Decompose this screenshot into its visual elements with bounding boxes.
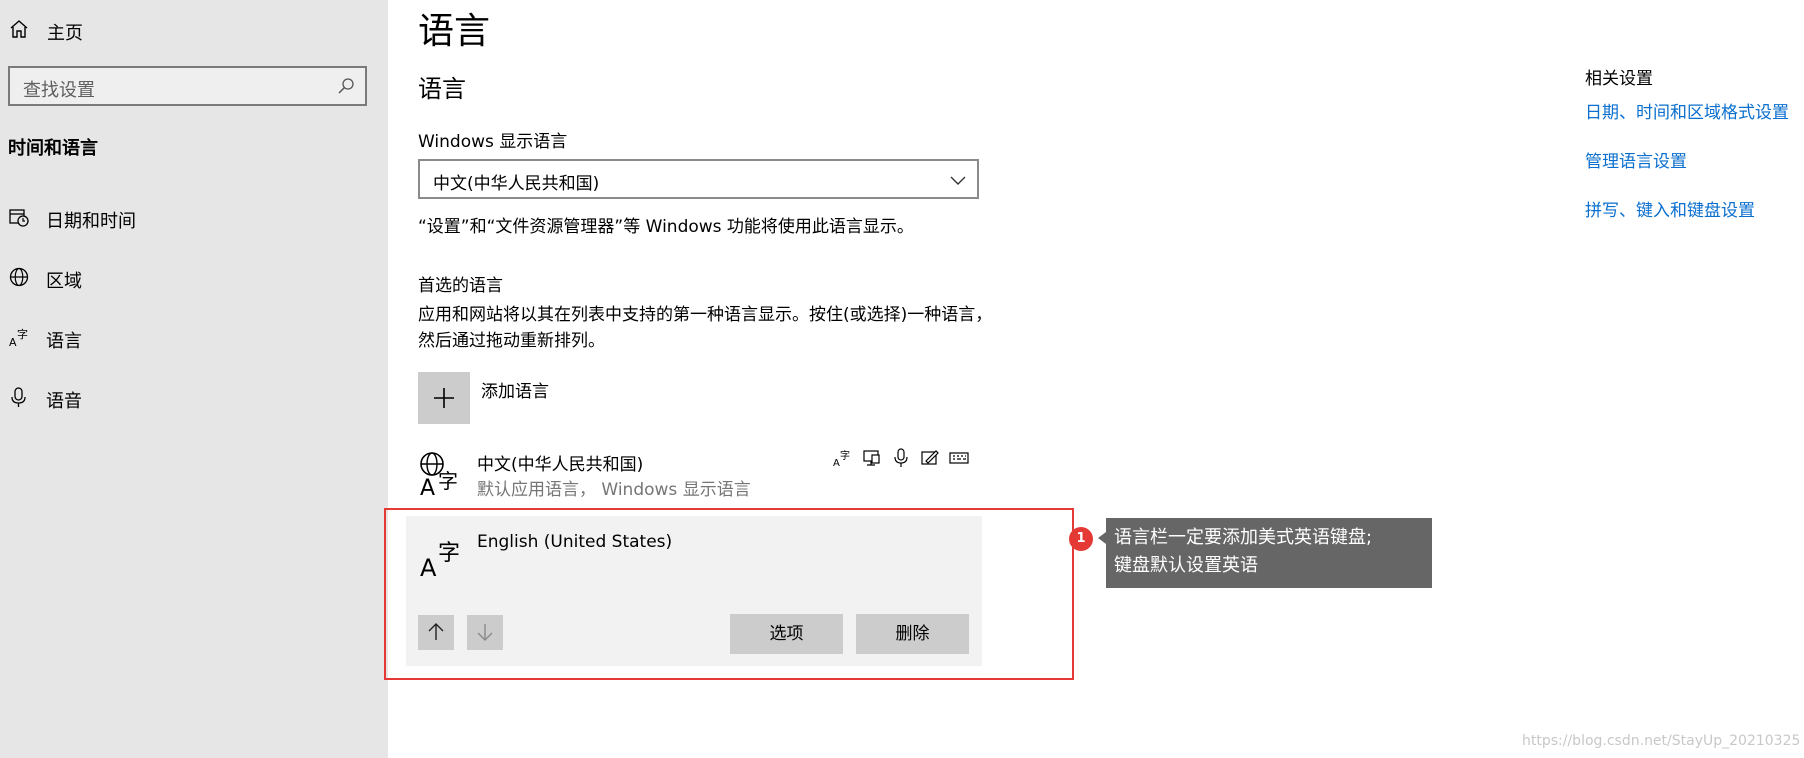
svg-text:字: 字 (17, 327, 28, 341)
language-status: 默认应用语言， Windows 显示语言 (477, 480, 751, 500)
annotation-callout: 语言栏一定要添加美式英语键盘; 键盘默认设置英语 (1098, 518, 1432, 588)
language-feature-icons: A字 (833, 448, 969, 469)
home-label: 主页 (47, 23, 83, 44)
page-title: 语言 (418, 11, 491, 52)
sidebar-item-date-time[interactable]: 日期和时间 (0, 194, 388, 242)
related-link-typing-keyboard[interactable]: 拼写、键入和键盘设置 (1585, 196, 1755, 221)
preferred-languages-title: 首选的语言 (418, 276, 503, 296)
sidebar-item-label: 日期和时间 (46, 211, 136, 232)
related-link-manage-language[interactable]: 管理语言设置 (1585, 147, 1687, 172)
display-language-label: Windows 显示语言 (418, 132, 568, 152)
annotation-highlight-box (384, 508, 1074, 680)
plus-icon (434, 388, 454, 408)
language-name[interactable]: 中文(中华人民共和国) (477, 450, 643, 475)
handwriting-feature-icon (920, 448, 940, 468)
sidebar-item-label: 语言 (46, 331, 82, 352)
language-icon: A 字 (9, 327, 28, 348)
text-to-speech-feature-icon (862, 448, 882, 468)
search-input[interactable]: 查找设置 (8, 66, 367, 106)
svg-text:A: A (9, 336, 17, 348)
speech-recognition-feature-icon (891, 448, 911, 468)
annotation-text-line: 键盘默认设置英语 (1114, 555, 1258, 576)
annotation-badge: 1 (1069, 527, 1093, 551)
related-link-date-time-format[interactable]: 日期、时间和区域格式设置 (1585, 98, 1789, 123)
preferred-languages-description: 应用和网站将以其在列表中支持的第一种语言显示。按住(或选择)一种语言，然后通过拖… (418, 305, 993, 351)
display-language-note: “设置”和“文件资源管理器”等 Windows 功能将使用此语言显示。 (418, 217, 914, 237)
display-language-value: 中文(中华人民共和国) (433, 174, 600, 194)
globe-icon (9, 267, 29, 287)
section-heading: 语言 (418, 75, 466, 103)
add-language-label[interactable]: 添加语言 (481, 377, 549, 402)
sidebar: 主页 查找设置 时间和语言 日期和时间 区域 A 字 语言 语音 (0, 0, 388, 758)
annotation-text-line: 语言栏一定要添加美式英语键盘; (1114, 527, 1373, 548)
display-language-dropdown[interactable]: 中文(中华人民共和国) (418, 159, 979, 199)
svg-text:字: 字 (438, 469, 458, 493)
section-title: 时间和语言 (8, 138, 98, 159)
sidebar-item-label: 区域 (46, 271, 82, 292)
svg-text:A: A (420, 476, 435, 496)
chevron-down-icon (950, 176, 966, 185)
search-icon (338, 78, 354, 94)
svg-text:A: A (833, 458, 840, 468)
language-globe-icon: A 字 (420, 452, 458, 496)
sidebar-item-label: 语音 (46, 391, 82, 412)
sidebar-item-speech[interactable]: 语音 (0, 374, 388, 422)
add-language-button[interactable] (418, 372, 470, 424)
sidebar-item-language[interactable]: A 字 语言 (0, 314, 388, 362)
sidebar-item-region[interactable]: 区域 (0, 254, 388, 302)
home-icon (10, 20, 28, 38)
calendar-clock-icon (9, 209, 29, 227)
microphone-icon (11, 387, 26, 407)
keyboard-feature-icon (949, 448, 969, 468)
svg-text:字: 字 (840, 449, 850, 462)
related-settings-title: 相关设置 (1585, 69, 1653, 89)
watermark: https://blog.csdn.net/StayUp_20210325 (1522, 733, 1801, 749)
display-language-feature-icon: A字 (833, 448, 853, 469)
search-placeholder: 查找设置 (23, 80, 95, 101)
home-nav-item[interactable]: 主页 (0, 6, 388, 50)
